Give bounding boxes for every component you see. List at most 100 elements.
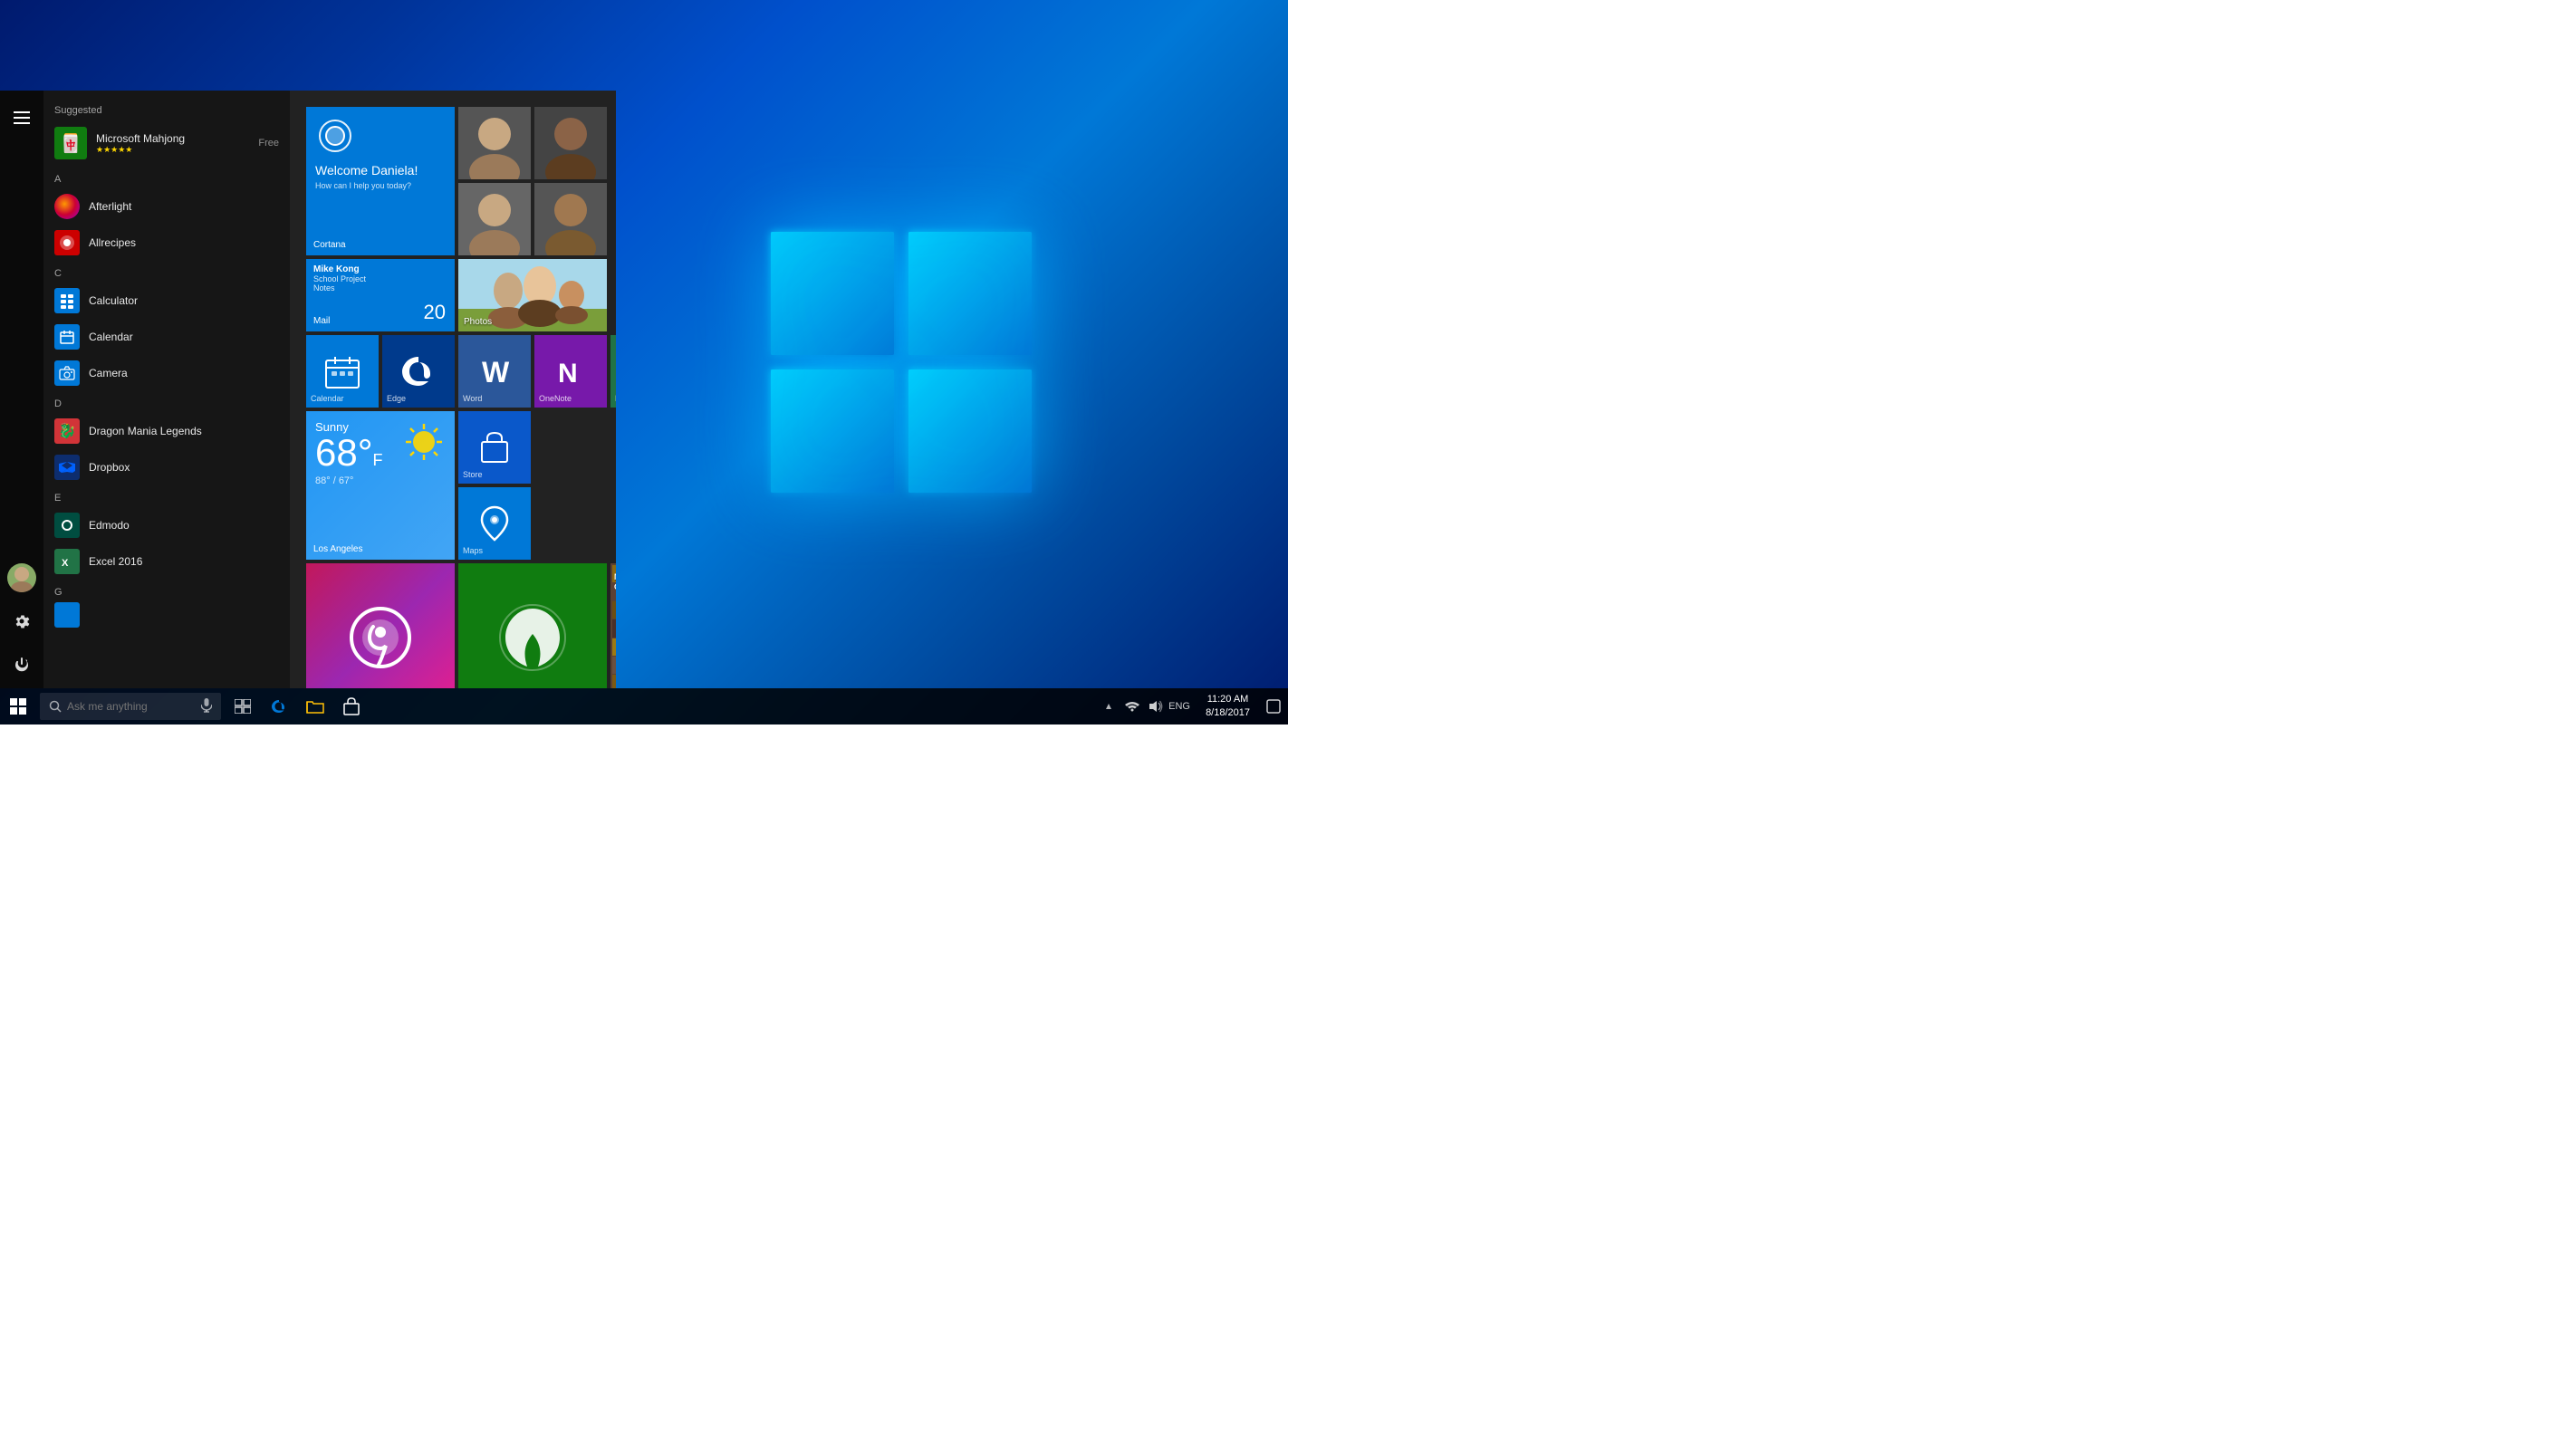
word-tile-label: Word (463, 394, 482, 403)
mail-tile[interactable]: Mike Kong School Project Notes 20 Mail (306, 259, 455, 331)
contact-tile-2[interactable] (534, 107, 607, 179)
taskbar-edge-icon[interactable] (261, 688, 297, 724)
section-a: A (43, 167, 290, 188)
notification-center-button[interactable] (1259, 688, 1288, 724)
tiles-row-4: Sunny 68°F 88° / 67° (306, 411, 600, 560)
mahjong-info: Microsoft Mahjong ★★★★★ (96, 132, 258, 155)
calendar-tile[interactable]: Calendar (306, 335, 379, 408)
power-icon[interactable] (0, 645, 43, 685)
suggested-header: Suggested (43, 98, 290, 120)
clock-date: 8/18/2017 (1206, 706, 1250, 720)
cortana-greeting: Welcome Daniela! (315, 163, 418, 178)
photos-tile[interactable]: Photos (458, 259, 607, 331)
edge-tile-label: Edge (387, 394, 406, 403)
cortana-sub: How can I help you today? (315, 181, 411, 190)
start-button[interactable] (0, 688, 36, 724)
language-icon[interactable]: ENG (1168, 688, 1191, 724)
taskbar-explorer-icon[interactable] (297, 688, 333, 724)
mail-subject-1: School Project (313, 274, 447, 283)
app-list-panel: Suggested 🀄 Microsoft Mahjong ★★★★★ Free… (43, 91, 290, 688)
tiles-row-2: Mike Kong School Project Notes 20 Mail (306, 259, 600, 331)
sidebar-item-calendar[interactable]: Calendar (43, 319, 290, 355)
tiles-row-3: Calendar Edge W Word (306, 335, 600, 408)
sidebar-item-afterlight[interactable]: Afterlight (43, 188, 290, 225)
edge-tile[interactable]: Edge (382, 335, 455, 408)
settings-icon[interactable] (0, 601, 43, 641)
afterlight-icon (54, 194, 80, 219)
svg-text:W: W (482, 356, 510, 389)
row4-spacer (534, 411, 600, 560)
tiles-panel: Welcome Daniela! How can I help you toda… (290, 91, 616, 688)
store-tile[interactable]: Store (458, 411, 531, 484)
section-d: D (43, 391, 290, 413)
mail-sender: Mike Kong (313, 264, 447, 274)
svg-text:N: N (558, 359, 578, 389)
tray-expand-icon[interactable] (1097, 688, 1120, 724)
mail-subject-2: Notes (313, 283, 447, 293)
store-maps-column: Store Maps (458, 411, 531, 560)
onenote-tile[interactable]: N OneNote (534, 335, 607, 408)
excel-tile[interactable]: X Excel (610, 335, 616, 408)
weather-location: Los Angeles (313, 544, 363, 554)
sidebar-item-dragon-mania[interactable]: 🐉 Dragon Mania Legends (43, 413, 290, 449)
store-label: Store (463, 470, 483, 479)
calendar-tile-label: Calendar (311, 394, 344, 403)
mahjong-icon: 🀄 (54, 127, 87, 159)
hamburger-menu-icon[interactable] (0, 98, 43, 138)
svg-text:X: X (62, 558, 69, 569)
search-input[interactable] (67, 700, 185, 713)
taskbar-clock[interactable]: 11:20 AM 8/18/2017 (1197, 688, 1259, 724)
section-c: C (43, 261, 290, 283)
taskbar-store-icon[interactable] (333, 688, 370, 724)
app-list: Suggested 🀄 Microsoft Mahjong ★★★★★ Free… (43, 91, 290, 688)
dropbox-icon (54, 455, 80, 480)
cortana-label: Cortana (313, 240, 346, 250)
onenote-tile-label: OneNote (539, 394, 572, 403)
desktop: Suggested 🀄 Microsoft Mahjong ★★★★★ Free… (0, 0, 1288, 724)
volume-icon[interactable] (1144, 688, 1168, 724)
contact-tile-4[interactable] (534, 183, 607, 255)
start-sidebar-icons (0, 91, 43, 688)
tiles-row-1: Welcome Daniela! How can I help you toda… (306, 107, 600, 255)
mail-label: Mail (313, 316, 330, 326)
user-avatar-icon[interactable] (0, 558, 43, 598)
sidebar-item-g-partial[interactable] (43, 601, 290, 629)
section-g: G (43, 580, 290, 601)
contact-tiles (458, 107, 607, 255)
dragon-mania-icon: 🐉 (54, 418, 80, 444)
allrecipes-icon (54, 230, 80, 255)
contact-tile-3[interactable] (458, 183, 531, 255)
tiles-row-5: Xbox (306, 563, 600, 688)
word-tile[interactable]: W Word (458, 335, 531, 408)
g-app-icon (54, 602, 80, 628)
calendar-icon (54, 324, 80, 350)
picsart-tile[interactable] (306, 563, 455, 688)
excel-tile-label: Excel (615, 394, 616, 403)
weather-range: 88° / 67° (315, 475, 446, 486)
sidebar-item-calculator[interactable]: Calculator (43, 283, 290, 319)
sidebar-item-allrecipes[interactable]: Allrecipes (43, 225, 290, 261)
cortana-ring (319, 120, 351, 152)
sidebar-item-mahjong[interactable]: 🀄 Microsoft Mahjong ★★★★★ Free (43, 120, 290, 167)
sun-icon (402, 420, 446, 468)
sidebar-item-dropbox[interactable]: Dropbox (43, 449, 290, 485)
sidebar-item-excel[interactable]: X Excel 2016 (43, 543, 290, 580)
network-icon[interactable] (1120, 688, 1144, 724)
taskbar-search[interactable] (40, 693, 221, 720)
sidebar-item-camera[interactable]: Camera (43, 355, 290, 391)
contact-tile-1[interactable] (458, 107, 531, 179)
windows-logo (756, 217, 1046, 507)
xbox-tile[interactable]: Xbox (458, 563, 607, 688)
maps-tile[interactable]: Maps (458, 487, 531, 560)
cortana-tile[interactable]: Welcome Daniela! How can I help you toda… (306, 107, 455, 255)
taskbar-right: ENG 11:20 AM 8/18/2017 (1091, 688, 1288, 724)
task-view-button[interactable] (225, 688, 261, 724)
maps-label: Maps (463, 546, 483, 555)
weather-tile[interactable]: Sunny 68°F 88° / 67° (306, 411, 455, 560)
start-menu: Suggested 🀄 Microsoft Mahjong ★★★★★ Free… (0, 91, 616, 688)
microphone-icon[interactable] (201, 698, 212, 715)
edmodo-icon (54, 513, 80, 538)
sidebar-item-edmodo[interactable]: Edmodo (43, 507, 290, 543)
minecraft-logo: MINECRAFT (614, 572, 616, 592)
minecraft-tile[interactable]: MINECRAFT (610, 563, 616, 688)
